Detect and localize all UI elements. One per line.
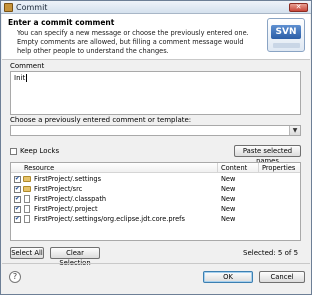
content-status: New: [221, 195, 236, 203]
content-status: New: [221, 215, 236, 223]
table-header: Resource Content Properties: [11, 163, 300, 173]
template-dropdown[interactable]: ▼: [10, 125, 301, 136]
commit-dialog: Commit ✕ Enter a commit comment You can …: [0, 0, 312, 295]
content-status: New: [221, 185, 236, 193]
comment-text: Init: [14, 74, 28, 82]
chevron-down-icon[interactable]: ▼: [289, 126, 300, 135]
dialog-header: Enter a commit comment You can specify a…: [2, 14, 310, 60]
keep-locks-label: Keep Locks: [20, 147, 60, 155]
folder-icon: [23, 186, 31, 192]
column-header-properties[interactable]: Properties: [262, 164, 295, 172]
column-header-content[interactable]: Content: [221, 164, 247, 172]
row-checkbox[interactable]: [14, 215, 21, 223]
column-separator: [258, 163, 259, 173]
title-bar: Commit ✕: [1, 1, 311, 14]
paste-selected-names-button[interactable]: Paste selected names: [234, 145, 301, 165]
help-icon[interactable]: ?: [9, 271, 21, 283]
row-checkbox[interactable]: [14, 195, 21, 203]
folder-icon: [23, 176, 31, 182]
table-row[interactable]: FirstProject/src New: [11, 185, 300, 194]
resource-path: FirstProject/.classpath: [34, 195, 107, 203]
app-icon: [4, 3, 13, 12]
file-icon: [24, 195, 30, 203]
cancel-button[interactable]: Cancel: [259, 271, 305, 283]
table-row[interactable]: FirstProject/.settings/org.eclipse.jdt.c…: [11, 215, 300, 224]
close-button[interactable]: ✕: [289, 3, 308, 12]
row-checkbox[interactable]: [14, 205, 21, 213]
file-icon: [24, 205, 30, 213]
table-row[interactable]: FirstProject/.classpath New: [11, 195, 300, 204]
table-row[interactable]: FirstProject/.project New: [11, 205, 300, 214]
resource-path: FirstProject/.project: [34, 205, 98, 213]
comment-textarea[interactable]: Init: [10, 71, 301, 115]
clear-selection-button[interactable]: Clear Selection: [50, 247, 100, 267]
window-title: Commit: [16, 3, 48, 12]
selection-status: Selected: 5 of 5: [243, 249, 299, 257]
svn-logo: SVN: [267, 18, 305, 52]
table-row[interactable]: FirstProject/.settings New: [11, 175, 300, 184]
header-title: Enter a commit comment: [8, 18, 115, 27]
column-separator: [217, 163, 218, 173]
select-all-button[interactable]: Select All: [10, 247, 44, 259]
content-status: New: [221, 175, 236, 183]
svn-logo-text: SVN: [271, 25, 301, 39]
ok-button[interactable]: OK: [203, 271, 253, 283]
template-label: Choose a previously entered comment or t…: [10, 116, 192, 124]
svn-logo-base: [273, 43, 300, 48]
content-status: New: [221, 205, 236, 213]
resource-path: FirstProject/.settings: [34, 175, 102, 183]
row-checkbox[interactable]: [14, 175, 21, 183]
resource-path: FirstProject/src: [34, 185, 83, 193]
header-description: You can specify a new message or choose …: [17, 29, 249, 55]
keep-locks-checkbox[interactable]: [10, 148, 17, 155]
file-icon: [24, 215, 30, 223]
resources-table: Resource Content Properties FirstProject…: [10, 162, 301, 241]
footer-divider: [2, 263, 310, 264]
resource-path: FirstProject/.settings/org.eclipse.jdt.c…: [34, 215, 185, 223]
comment-label: Comment: [10, 62, 45, 70]
row-checkbox[interactable]: [14, 185, 21, 193]
text-caret: [26, 74, 28, 82]
column-header-resource[interactable]: Resource: [24, 164, 54, 172]
